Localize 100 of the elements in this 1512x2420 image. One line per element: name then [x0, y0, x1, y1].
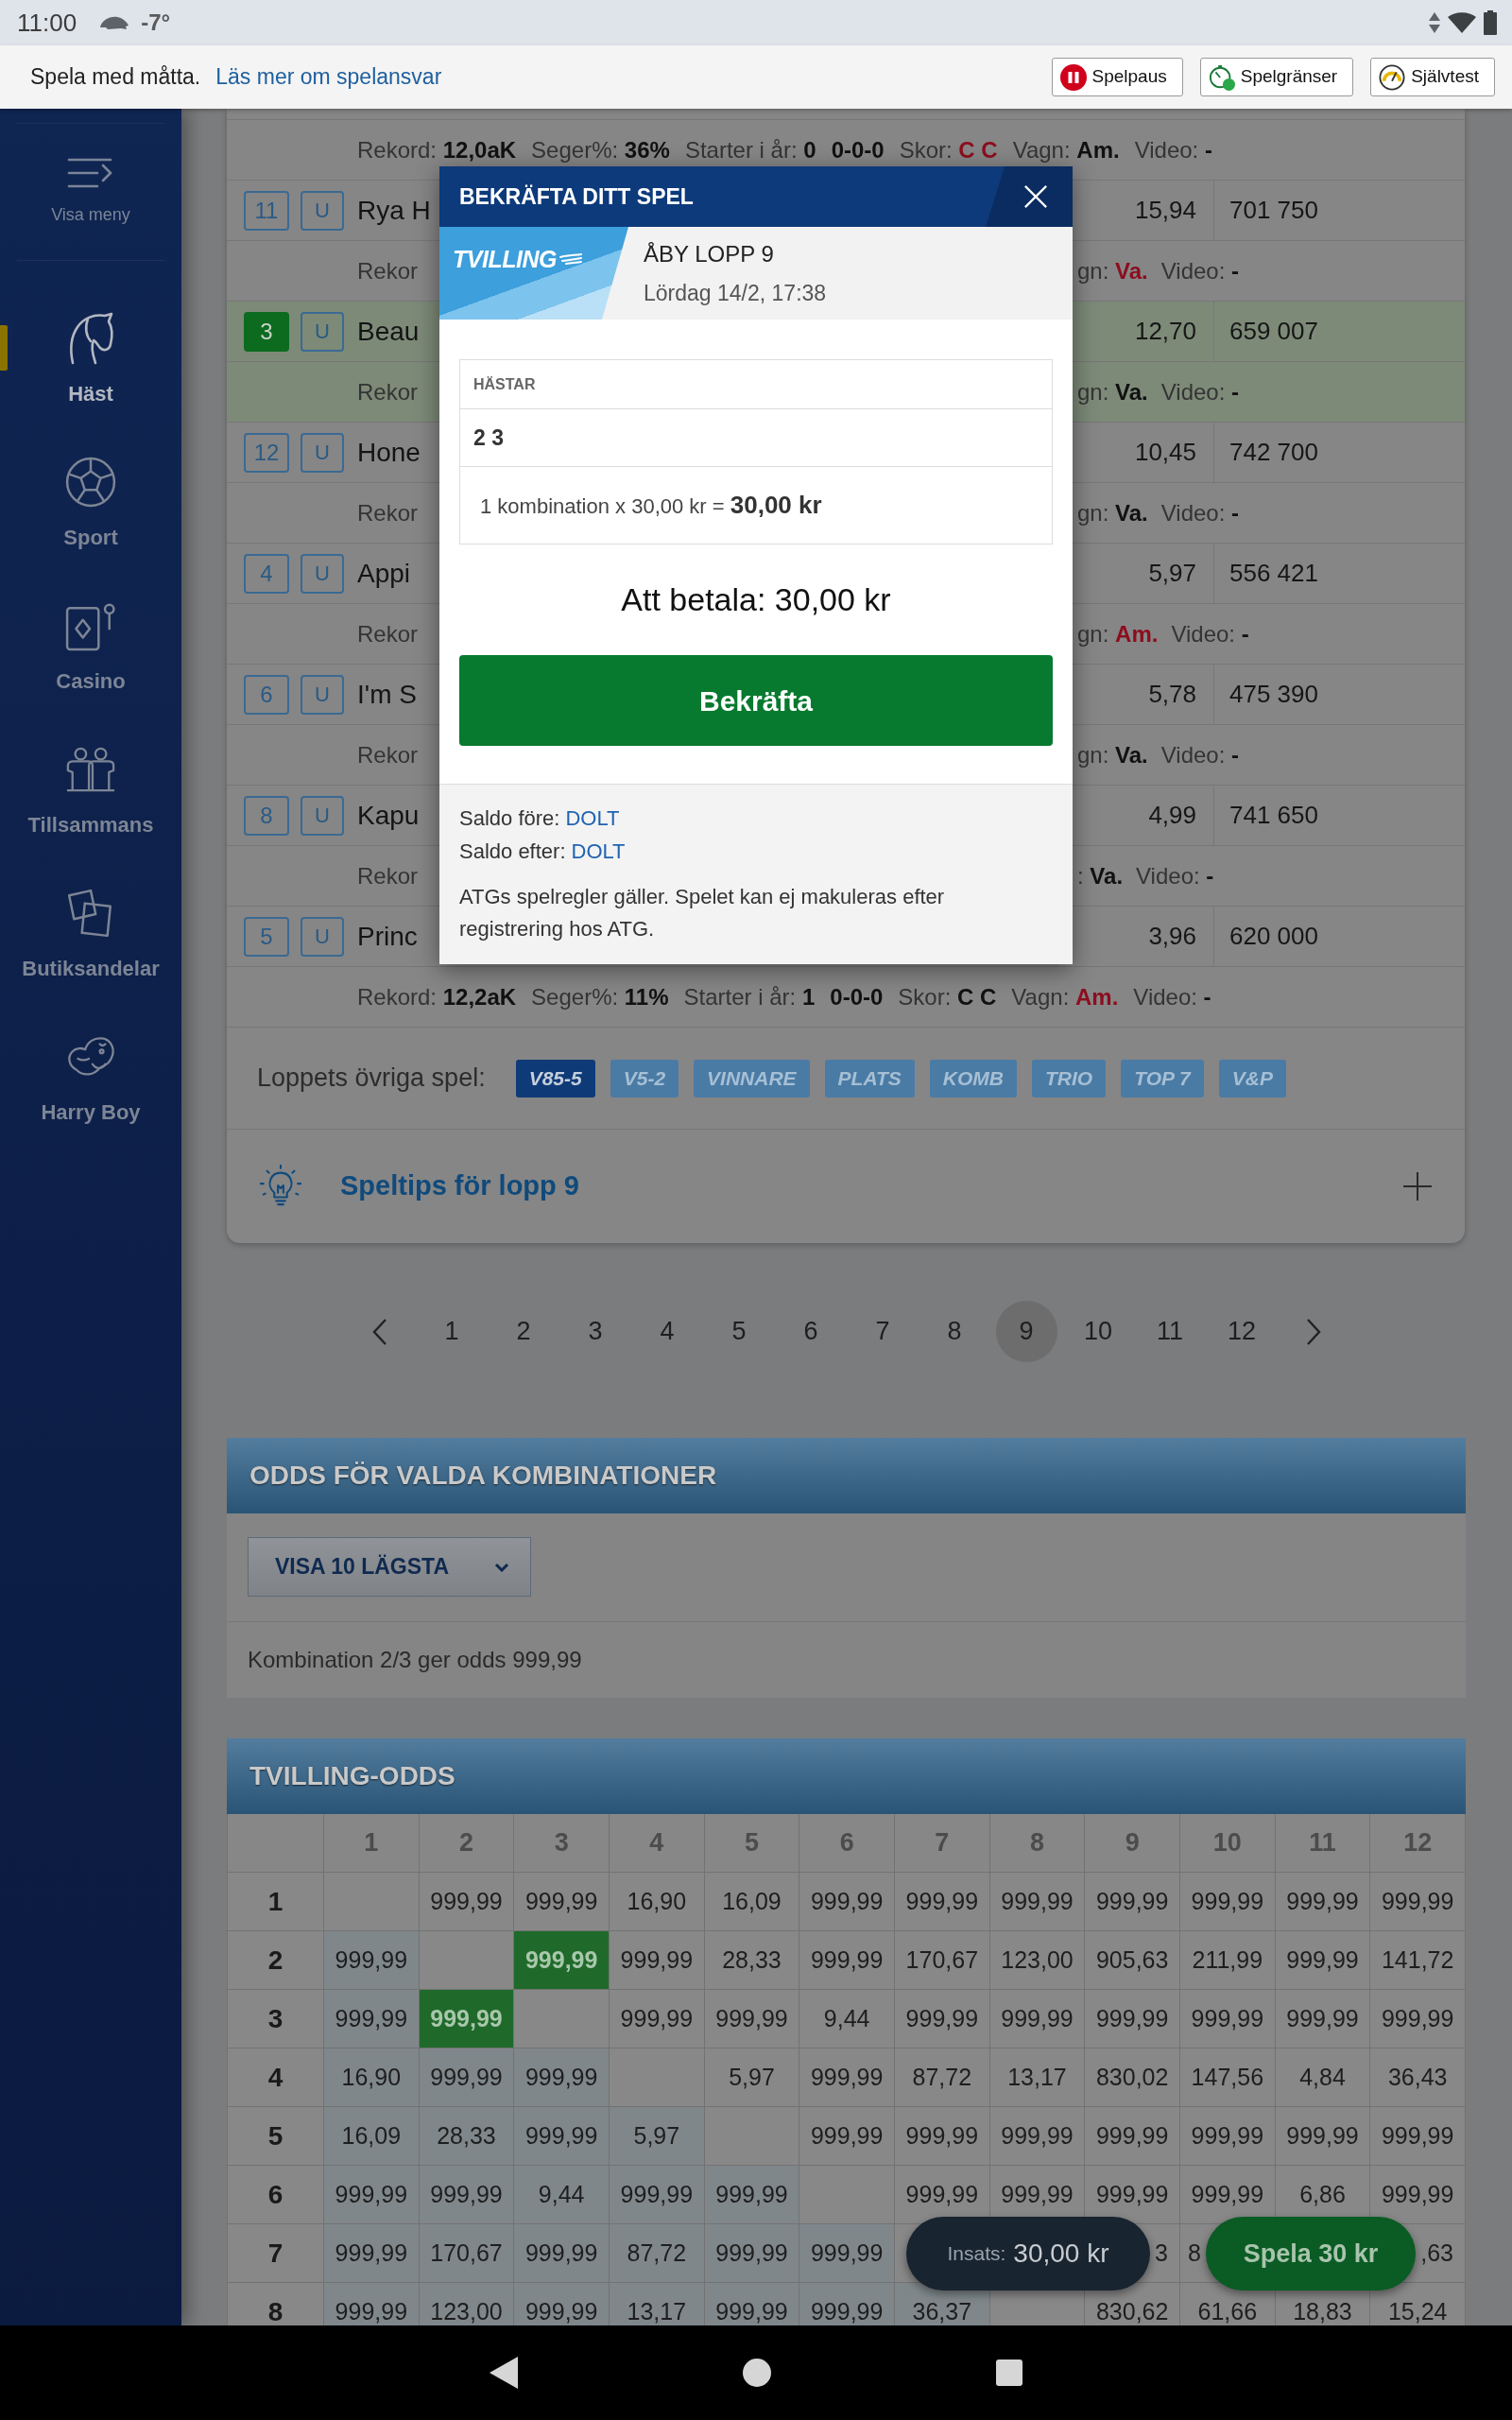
- odds-cell: 999,99: [989, 2107, 1086, 2166]
- column-header: 10: [1180, 1814, 1276, 1873]
- chevron-right-icon[interactable]: [1306, 1317, 1321, 1346]
- page-link[interactable]: 4: [636, 1301, 698, 1362]
- balance-link[interactable]: DOLT: [565, 803, 620, 834]
- game-tag[interactable]: PLATS: [824, 1059, 915, 1098]
- sidebar-item[interactable]: Häst: [0, 288, 181, 432]
- tool-button[interactable]: Spelpaus: [1051, 58, 1183, 96]
- odds-cell: 999,99: [1275, 1873, 1371, 1931]
- page-link[interactable]: 5: [708, 1301, 770, 1362]
- tool-button[interactable]: Spelgränser: [1199, 58, 1354, 96]
- record-text: Rekor: [357, 862, 419, 889]
- page-link[interactable]: 9: [995, 1301, 1057, 1362]
- odds-cell: 999,99: [610, 1990, 705, 2048]
- sidebar-item[interactable]: Tillsammans: [0, 719, 181, 863]
- odds-cell: 999,99: [704, 2283, 800, 2325]
- stake-label: Insats:: [947, 2241, 1006, 2267]
- odds-value: 10,45: [1134, 437, 1196, 468]
- horse-name: Princ: [357, 920, 418, 953]
- page-link[interactable]: 11: [1139, 1301, 1201, 1362]
- odds-cell: 999,99: [704, 2166, 800, 2224]
- odds-cell: 5,97: [704, 2048, 800, 2107]
- game-tag[interactable]: VINNARE: [694, 1059, 810, 1098]
- dropdown-button[interactable]: VISA 10 LÄGSTA: [248, 1537, 531, 1597]
- back-icon[interactable]: [490, 2357, 518, 2389]
- odds-cell: 999,99: [989, 1990, 1086, 2048]
- odds-cell: 87,72: [610, 2224, 705, 2283]
- race-title: ÅBY LOPP 9: [644, 239, 775, 268]
- odds-cell: 999,99: [1180, 1990, 1276, 2048]
- plus-icon[interactable]: [1402, 1171, 1433, 1201]
- column-header: 3: [514, 1814, 610, 1873]
- stake-summary[interactable]: Insats: 30,00 kr: [906, 2217, 1150, 2290]
- page-link[interactable]: 6: [780, 1301, 842, 1362]
- record-text: Rekor: [357, 257, 419, 284]
- page-link[interactable]: 12: [1211, 1301, 1273, 1362]
- confirm-button[interactable]: Bekräfta: [459, 655, 1053, 746]
- horse-name: Appi: [357, 557, 411, 590]
- odds-cell: 999,99: [324, 2166, 420, 2224]
- game-tag[interactable]: V5-2: [610, 1059, 679, 1098]
- chevron-left-icon[interactable]: [372, 1317, 387, 1346]
- game-tag[interactable]: V85-5: [515, 1059, 595, 1098]
- start-number[interactable]: 3: [244, 311, 289, 352]
- terms-text: ATGs spelregler gäller. Spelet kan ej makuleras efter registrering hos ATG.: [459, 884, 946, 942]
- odds-cell: 999,99: [895, 1873, 990, 1931]
- sidebar-item[interactable]: Sport: [0, 432, 181, 576]
- close-button[interactable]: [986, 166, 1073, 227]
- menu-icon: [67, 156, 114, 189]
- prize-money: 659 007: [1229, 316, 1318, 347]
- odds-cell: 999,99: [1085, 1990, 1180, 2048]
- prize-money: 475 390: [1229, 679, 1318, 710]
- status-tag: U: [301, 311, 344, 352]
- odds-cell: 28,33: [419, 2107, 515, 2166]
- row-header: 5: [228, 2107, 324, 2166]
- status-tag: U: [301, 190, 344, 231]
- page-link[interactable]: 8: [923, 1301, 986, 1362]
- column-header: 7: [895, 1814, 990, 1873]
- balance-label: Saldo efter:: [459, 838, 566, 865]
- menu-button[interactable]: Visa meny: [17, 123, 164, 261]
- game-tag[interactable]: V&P: [1218, 1059, 1286, 1098]
- column-header: 5: [704, 1814, 800, 1873]
- page-link[interactable]: 2: [492, 1301, 555, 1362]
- odds-cell: 999,99: [1180, 1873, 1276, 1931]
- section-title: ODDS FÖR VALDA KOMBINATIONER: [249, 1460, 717, 1492]
- tool-button[interactable]: Självtest: [1370, 58, 1495, 96]
- responsible-gaming-link[interactable]: Läs mer om spelansvar: [215, 60, 442, 94]
- animal-icon: [99, 15, 130, 30]
- page-link[interactable]: 7: [851, 1301, 914, 1362]
- odds-cell: 999,99: [324, 2224, 420, 2283]
- balance-link[interactable]: DOLT: [571, 836, 626, 867]
- odds-cell: 999,99: [799, 1873, 895, 1931]
- column-header: 9: [1085, 1814, 1180, 1873]
- home-icon[interactable]: [743, 2359, 771, 2387]
- game-logo-text: TVILLING: [453, 245, 557, 274]
- start-number[interactable]: 6: [244, 674, 289, 715]
- page-link[interactable]: 3: [564, 1301, 627, 1362]
- chevron-down-icon: [494, 1562, 509, 1572]
- odds-cell: 36,43: [1370, 2048, 1466, 2107]
- odds-cell: 13,17: [989, 2048, 1086, 2107]
- row-header: 6: [228, 2166, 324, 2224]
- sidebar-item[interactable]: Harry Boy: [0, 1007, 181, 1150]
- record-text: gn: Va. Video: -: [1077, 377, 1240, 406]
- page-link[interactable]: 1: [421, 1301, 483, 1362]
- game-tag[interactable]: TOP 7: [1121, 1059, 1204, 1098]
- page-link[interactable]: 10: [1067, 1301, 1129, 1362]
- game-tag[interactable]: KOMB: [929, 1059, 1018, 1098]
- clock-time: 11:00: [17, 10, 77, 35]
- soccer-ball-icon: [65, 455, 116, 509]
- odds-cell: 87,72: [895, 2048, 990, 2107]
- odds-cell: 999,99: [324, 1931, 420, 1990]
- odds-cell: 999,99: [1275, 2107, 1371, 2166]
- odds-cell: 999,99: [514, 2224, 610, 2283]
- swoosh-icon: [558, 253, 583, 265]
- game-tag[interactable]: TRIO: [1032, 1059, 1107, 1098]
- sidebar-item[interactable]: Butiksandelar: [0, 863, 181, 1007]
- prize-money: 701 750: [1229, 195, 1318, 226]
- tips-link[interactable]: Speltips för lopp 9: [340, 1166, 579, 1207]
- odds-cell: 999,99: [514, 2283, 610, 2325]
- play-button[interactable]: Spela 30 kr: [1206, 2217, 1416, 2290]
- record-text: gn: Va. Video: -: [1077, 498, 1240, 527]
- sidebar-item[interactable]: Casino: [0, 576, 181, 719]
